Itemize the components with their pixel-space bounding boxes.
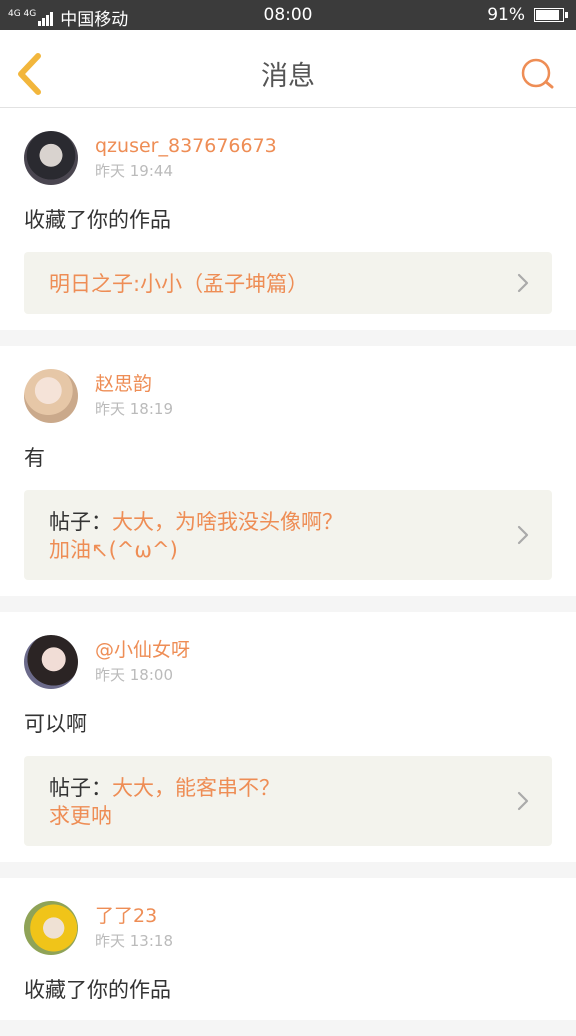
chevron-right-icon — [517, 791, 529, 811]
message-time: 昨天 19:44 — [95, 162, 173, 180]
message-card: @小仙女呀 昨天 18:00 可以啊 帖子：大大，能客串不？ 求更呐 — [0, 612, 576, 862]
avatar[interactable] — [24, 635, 78, 689]
message-card: 赵思韵 昨天 18:19 有 帖子：大大，为啥我没头像啊？ 加油↖(^ω^) — [0, 346, 576, 596]
referenced-post[interactable]: 帖子：大大，能客串不？ 求更呐 — [24, 756, 552, 846]
message-meta: @小仙女呀 昨天 18:00 — [95, 638, 190, 686]
battery-percent: 91% — [487, 5, 525, 25]
message-meta: qzuser_837676673 昨天 19:44 — [95, 134, 277, 182]
message-header: 了了23 昨天 13:18 — [24, 900, 552, 956]
message-meta: 了了23 昨天 13:18 — [95, 904, 173, 952]
message-header: qzuser_837676673 昨天 19:44 — [24, 130, 552, 186]
chevron-right-icon — [517, 525, 529, 545]
status-bar: 4G 4G 中国移动 08:00 91% — [0, 0, 576, 30]
avatar[interactable] — [24, 131, 78, 185]
battery-icon — [534, 8, 568, 22]
message-time: 昨天 13:18 — [95, 932, 173, 950]
nav-bar: 消息 — [0, 30, 576, 108]
username-link[interactable]: 了了23 — [95, 904, 173, 928]
message-meta: 赵思韵 昨天 18:19 — [95, 372, 173, 420]
search-icon[interactable] — [520, 56, 556, 92]
referenced-post[interactable]: 明日之子:小小（孟子坤篇） — [24, 252, 552, 314]
avatar[interactable] — [24, 369, 78, 423]
message-time: 昨天 18:19 — [95, 400, 173, 418]
message-list: qzuser_837676673 昨天 19:44 收藏了你的作品 明日之子:小… — [0, 108, 576, 1036]
message-text: 收藏了你的作品 — [24, 978, 171, 1002]
username-link[interactable]: qzuser_837676673 — [95, 134, 277, 158]
message-text: 可以啊 — [24, 712, 87, 736]
referenced-post[interactable]: 帖子：大大，为啥我没头像啊？ 加油↖(^ω^) — [24, 490, 552, 580]
message-card: 了了23 昨天 13:18 收藏了你的作品 — [0, 878, 576, 1020]
message-text: 有 — [24, 446, 45, 470]
message-text: 收藏了你的作品 — [24, 208, 171, 232]
message-time: 昨天 18:00 — [95, 666, 173, 684]
battery-fill — [536, 10, 559, 20]
avatar[interactable] — [24, 901, 78, 955]
ref-prefix: 帖子： — [49, 776, 112, 800]
message-card: qzuser_837676673 昨天 19:44 收藏了你的作品 明日之子:小… — [0, 108, 576, 330]
ref-text: 明日之子:小小（孟子坤篇） — [49, 272, 309, 296]
username-link[interactable]: 赵思韵 — [95, 372, 173, 396]
message-header: 赵思韵 昨天 18:19 — [24, 368, 552, 424]
message-header: @小仙女呀 昨天 18:00 — [24, 634, 552, 690]
ref-prefix: 帖子： — [49, 510, 112, 534]
chevron-right-icon — [517, 273, 529, 293]
page-title: 消息 — [261, 61, 315, 92]
status-right: 91% — [487, 5, 568, 25]
username-link[interactable]: @小仙女呀 — [95, 638, 190, 662]
